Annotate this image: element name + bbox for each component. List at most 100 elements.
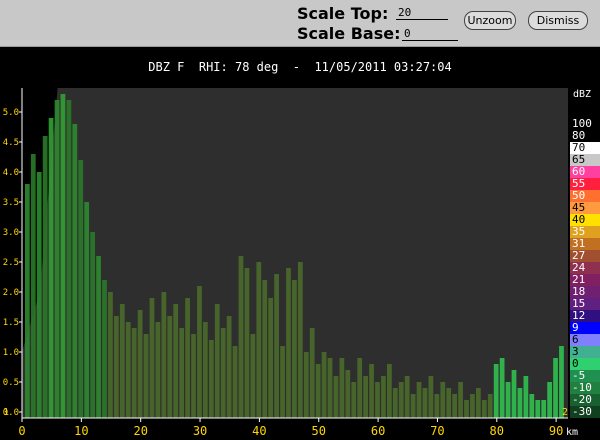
x-tick-label: 30 [193, 424, 207, 438]
colorbar-entry: 45 [570, 202, 600, 214]
echo-column [481, 400, 487, 418]
y-tick-label: 3.5 [3, 198, 19, 208]
x-tick-label: 10 [74, 424, 88, 438]
colorbar-entry: 35 [570, 226, 600, 238]
echo-column [167, 316, 173, 418]
echo-column [476, 388, 481, 418]
y-tick-label: 4.5 [3, 138, 19, 148]
echo-column [108, 292, 113, 418]
echo-column [214, 304, 220, 418]
x-tick-label: 80 [490, 424, 504, 438]
echo-column [84, 202, 90, 418]
echo-column [446, 388, 452, 418]
colorbar-entry: 27 [570, 250, 600, 262]
colorbar-entry: 60 [570, 166, 600, 178]
echo-column [244, 268, 250, 418]
colorbar-entry: 15 [570, 298, 600, 310]
echo-column [398, 382, 404, 418]
echo-column [292, 280, 297, 418]
echo-column [487, 394, 493, 418]
echo-column [339, 358, 345, 418]
echo-column [363, 376, 368, 418]
echo-column [256, 262, 262, 418]
echo-column [185, 298, 190, 418]
echo-column [404, 376, 410, 418]
echo-column [529, 394, 535, 418]
colorbar-entry: 40 [570, 214, 600, 226]
colorbar-entry: 21 [570, 274, 600, 286]
colorbar-entry: 55 [570, 178, 600, 190]
echo-column [102, 280, 107, 418]
echo-column [203, 322, 208, 418]
colorbar-entry: 24 [570, 262, 600, 274]
range-mark-left: 1 [3, 407, 10, 418]
colorbar-entry: -5 [570, 370, 600, 382]
echo-column [493, 364, 499, 418]
echo-column [238, 256, 244, 418]
echo-column [511, 370, 517, 418]
echo-column [78, 160, 84, 418]
echo-column [505, 382, 511, 418]
echo-column [452, 394, 458, 418]
colorbar-entry: 31 [570, 238, 600, 250]
echo-column [90, 232, 95, 418]
colorbar-entry: -20 [570, 394, 600, 406]
colorbar-entry: 3 [570, 346, 600, 358]
echo-column [232, 346, 238, 418]
x-tick-label: 0 [18, 424, 25, 438]
echo-column [131, 328, 137, 418]
echo-column [226, 316, 232, 418]
echo-column [173, 304, 179, 418]
echo-column [357, 358, 363, 418]
echo-column [303, 352, 309, 418]
y-tick-label: 4.0 [3, 168, 19, 178]
echo-column [72, 124, 78, 418]
echo-column [517, 388, 523, 418]
echo-column [36, 172, 42, 418]
x-axis-label: km [566, 427, 578, 438]
y-tick-label: 3.0 [3, 228, 19, 238]
x-tick-label: 20 [133, 424, 147, 438]
echo-column [191, 334, 196, 418]
echo-column [250, 334, 256, 418]
echo-column [315, 364, 321, 418]
echo-column [161, 292, 167, 418]
colorbar-entry: 6 [570, 334, 600, 346]
echo-column [268, 298, 274, 418]
colorbar-entry: 65 [570, 154, 600, 166]
echo-column [440, 382, 446, 418]
echo-column [155, 322, 161, 418]
echo-column [179, 328, 185, 418]
echo-column [422, 388, 428, 418]
echo-column [96, 256, 101, 418]
echo-column [125, 322, 131, 418]
echo-column [60, 94, 66, 418]
echo-column [428, 376, 434, 418]
colorbar-entry: 12 [570, 310, 600, 322]
x-tick-label: 40 [252, 424, 266, 438]
y-tick-label: 2.0 [3, 288, 19, 298]
echo-column [416, 382, 422, 418]
colorbar-entry: 80 [570, 130, 600, 142]
echo-column [143, 334, 149, 418]
x-tick-label: 50 [312, 424, 326, 438]
colorbar-unit: dBZ [573, 89, 592, 100]
colorbar-entry: 0 [570, 358, 600, 370]
echo-column [375, 382, 380, 418]
echo-column [119, 304, 125, 418]
echo-column [541, 400, 547, 418]
x-tick-label: 90 [549, 424, 563, 438]
y-tick-label: 1.0 [3, 348, 19, 358]
echo-column [54, 100, 60, 418]
echo-column [297, 262, 303, 418]
echo-column [547, 382, 552, 418]
echo-column [30, 154, 36, 418]
colorbar-entry: -30 [570, 406, 600, 418]
echo-column [392, 388, 398, 418]
rhi-plot[interactable]: 0 10 20 30 40 50 60 70 80 90 km0.00.51.01.52.02.53… [0, 0, 600, 440]
y-tick-label: 0.5 [3, 378, 19, 388]
echo-column [499, 358, 505, 418]
echo-column [458, 382, 463, 418]
echo-column [197, 286, 202, 418]
range-mark-right: 2 [562, 407, 569, 418]
